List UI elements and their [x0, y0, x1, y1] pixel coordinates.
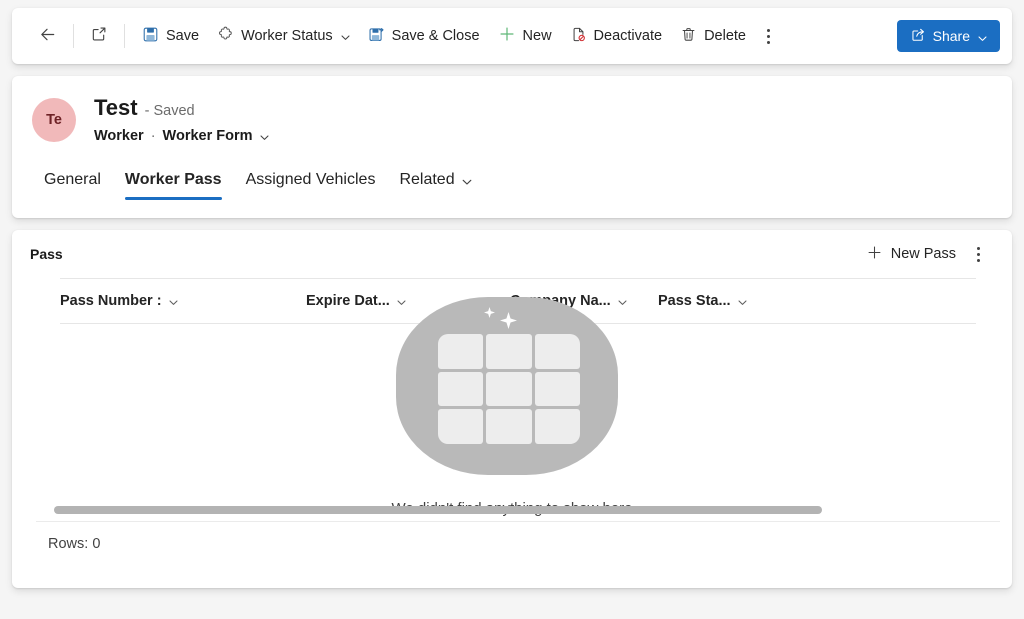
worker-status-label: Worker Status: [241, 28, 333, 44]
plus-icon: [498, 25, 516, 47]
column-header-pass-number-label: Pass Number :: [60, 293, 162, 309]
record-text-block: Test - Saved Worker · Worker Form: [94, 95, 269, 144]
grid-footer-divider: [36, 521, 1000, 522]
open-in-new-window-icon: [90, 25, 108, 47]
subgrid-title: Pass: [30, 246, 63, 262]
worker-status-button[interactable]: Worker Status: [208, 18, 359, 54]
chevron-down-icon: [340, 31, 350, 41]
overflow-dots-icon-grid: [976, 246, 980, 250]
column-header-expire-date-label: Expire Dat...: [306, 293, 390, 309]
overflow-dots-icon-grid-2: [976, 252, 980, 256]
tab-worker-pass[interactable]: Worker Pass: [113, 160, 234, 201]
save-button-label: Save: [166, 28, 200, 44]
record-subtitle: Worker · Worker Form: [94, 128, 269, 144]
column-header-company-name[interactable]: Company Na...: [510, 279, 658, 323]
share-icon: [910, 27, 926, 46]
save-and-close-label: Save & Close: [391, 28, 480, 44]
pass-subgrid-card: Pass New Pass Pass Number : Expire Dat..…: [12, 230, 1012, 588]
tab-assigned-vehicles-label: Assigned Vehicles: [245, 171, 376, 189]
overflow-dots-icon-grid-3: [976, 258, 980, 262]
save-button[interactable]: Save: [133, 18, 208, 54]
overflow-dots-icon: [767, 28, 771, 32]
overflow-dots-icon-3: [767, 40, 771, 44]
deactivate-label: Deactivate: [593, 28, 663, 44]
chevron-down-icon-col3: [737, 296, 747, 306]
column-header-pass-status[interactable]: Pass Sta...: [658, 279, 778, 323]
form-page: Save Worker Status Save & Close New Deac…: [0, 0, 1024, 619]
command-bar: Save Worker Status Save & Close New Deac…: [12, 8, 1012, 64]
record-header-card: Te Test - Saved Worker · Worker Form Gen…: [12, 76, 1012, 218]
tab-related-label: Related: [399, 171, 455, 189]
deactivate-button[interactable]: Deactivate: [561, 18, 672, 54]
new-pass-button[interactable]: New Pass: [858, 238, 964, 270]
share-button[interactable]: Share: [896, 20, 1000, 52]
subgrid-header: Pass New Pass: [12, 230, 1012, 278]
save-and-close-button[interactable]: Save & Close: [359, 18, 489, 54]
column-header-pass-status-label: Pass Sta...: [658, 293, 731, 309]
form-selector-label: Worker Form: [162, 128, 253, 145]
saved-status: - Saved: [144, 103, 195, 119]
puzzle-piece-icon: [217, 26, 234, 47]
subtitle-separator: ·: [150, 128, 156, 145]
back-arrow-icon: [38, 25, 57, 48]
trash-can-icon: [680, 26, 697, 47]
record-title-line: Test - Saved: [94, 95, 269, 120]
page-title: Test: [94, 95, 138, 120]
tab-assigned-vehicles[interactable]: Assigned Vehicles: [234, 160, 388, 200]
form-tab-list: General Worker Pass Assigned Vehicles Re…: [12, 158, 1012, 201]
tab-worker-pass-label: Worker Pass: [124, 171, 222, 189]
toolbar-divider: [73, 24, 74, 48]
new-button[interactable]: New: [489, 18, 561, 54]
tab-related[interactable]: Related: [387, 160, 482, 200]
open-in-new-window-button[interactable]: [82, 18, 116, 54]
scrollbar-thumb[interactable]: [54, 506, 822, 514]
plus-icon-new-pass: [866, 244, 883, 265]
share-button-label: Share: [932, 28, 970, 44]
subgrid-column-headers: Pass Number : Expire Dat... Company Na..…: [60, 278, 976, 324]
column-header-pass-number[interactable]: Pass Number :: [60, 279, 306, 323]
back-button[interactable]: [30, 18, 65, 54]
chevron-down-icon-col1: [396, 296, 406, 306]
column-header-company-name-label: Company Na...: [510, 293, 611, 309]
new-button-label: New: [522, 28, 552, 44]
new-pass-label: New Pass: [890, 246, 956, 262]
chevron-down-icon-related: [461, 175, 471, 185]
chevron-down-icon-col0: [168, 296, 178, 306]
command-bar-overflow-button[interactable]: [755, 20, 783, 52]
column-header-expire-date[interactable]: Expire Dat...: [306, 279, 510, 323]
entity-name: Worker: [94, 128, 144, 145]
chevron-down-icon-share: [977, 31, 987, 41]
row-count-label: Rows: 0: [48, 536, 101, 552]
delete-label: Delete: [704, 28, 746, 44]
tab-general-label: General: [44, 171, 101, 189]
subgrid-overflow-button[interactable]: [964, 238, 992, 270]
record-identity: Te Test - Saved Worker · Worker Form: [12, 76, 1012, 144]
avatar: Te: [32, 98, 76, 142]
document-blocked-icon: [570, 26, 587, 47]
chevron-down-icon-form: [259, 131, 269, 141]
overflow-dots-icon-2: [767, 34, 771, 38]
delete-button[interactable]: Delete: [671, 18, 755, 54]
floppy-disk-icon: [142, 26, 159, 47]
toolbar-divider-2: [124, 24, 125, 48]
tab-general[interactable]: General: [32, 160, 113, 200]
chevron-down-icon-col2: [617, 296, 627, 306]
floppy-disk-arrow-icon: [368, 26, 385, 47]
form-selector-button[interactable]: Worker Form: [163, 128, 269, 144]
grid-horizontal-scrollbar[interactable]: [48, 503, 988, 517]
